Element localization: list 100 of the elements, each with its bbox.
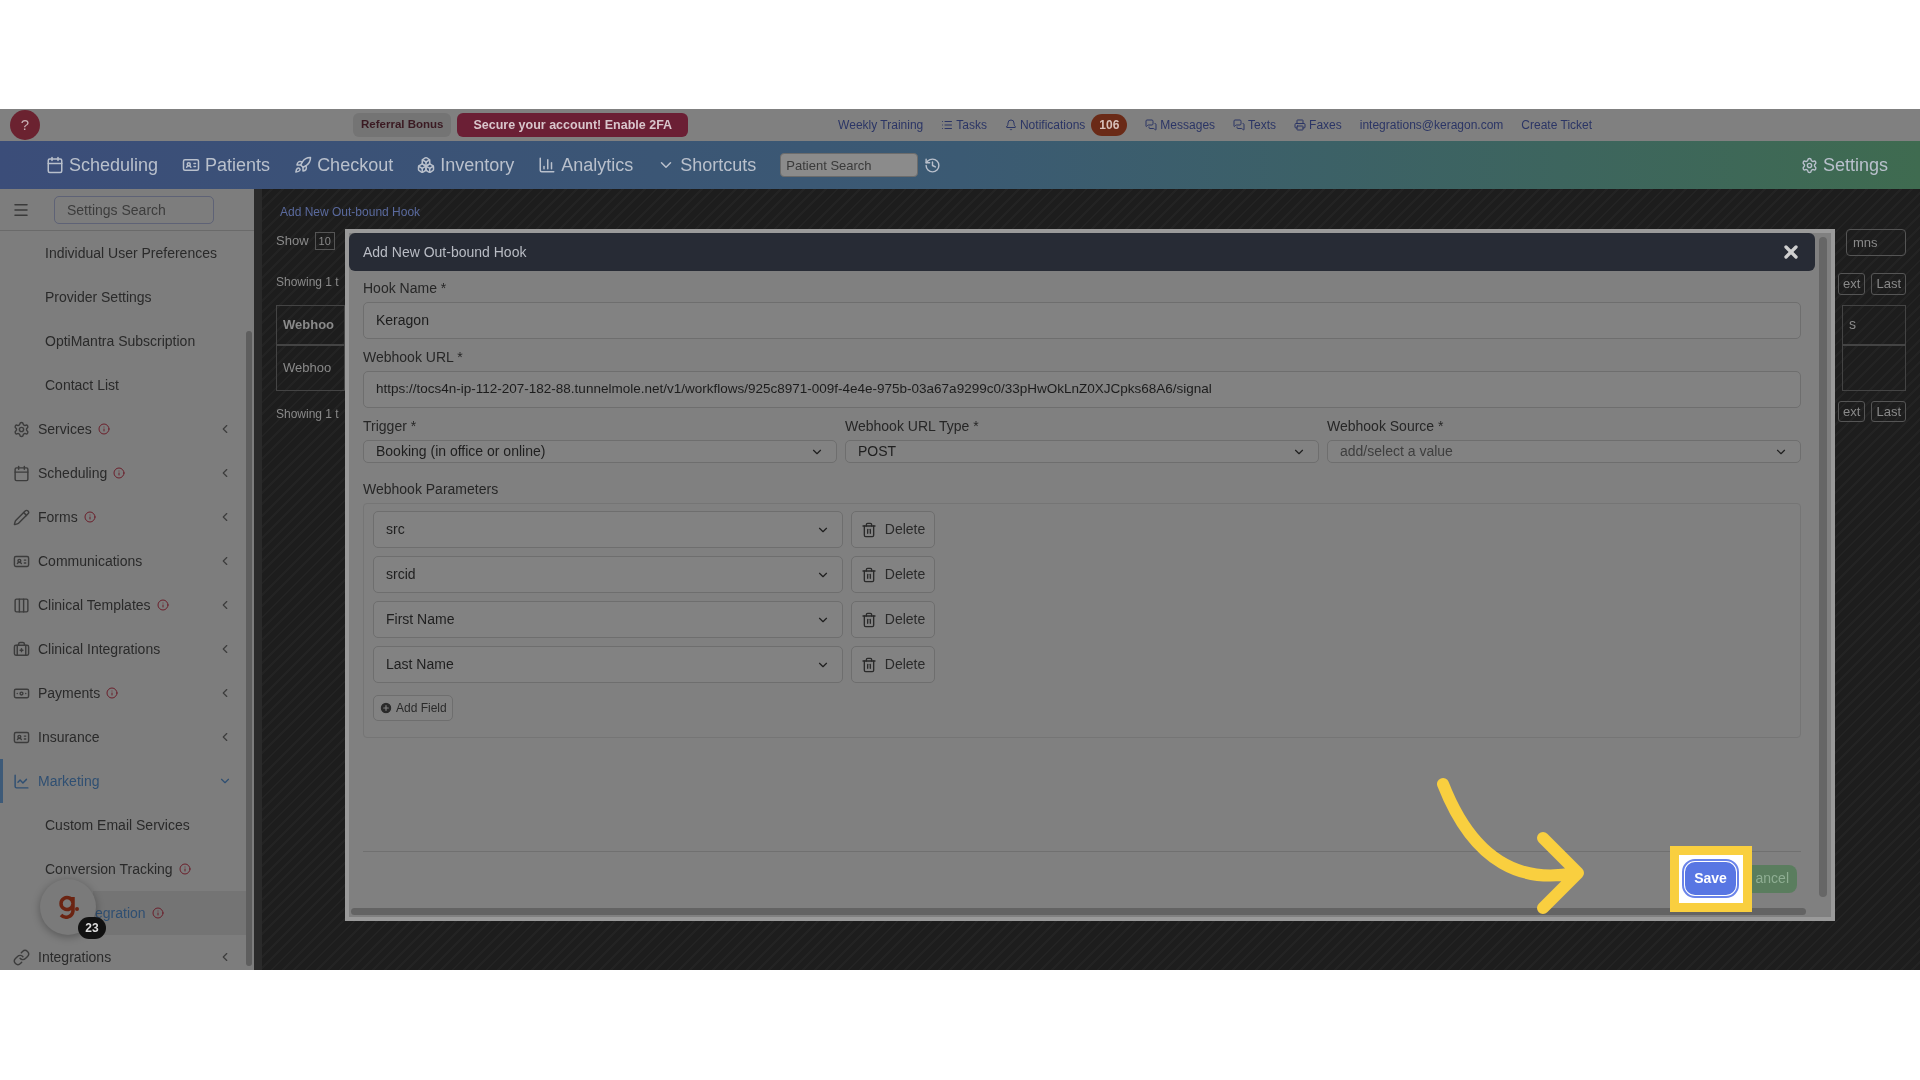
sidebar-section[interactable]: Scheduling (0, 451, 246, 495)
delete-button[interactable]: Delete (851, 601, 935, 638)
top-link[interactable]: Tasks (956, 116, 987, 134)
info-icon (156, 599, 169, 611)
sidebar-subitem-label: OptiMantra Subscription (45, 331, 196, 351)
nav-item[interactable]: Shortcuts (657, 151, 757, 179)
delete-button[interactable]: Delete (851, 556, 935, 593)
rocket-icon (294, 156, 313, 174)
nav-item[interactable]: Checkout (294, 151, 394, 179)
nav-item[interactable]: Patients (182, 151, 271, 179)
sidebar-section-label: Marketing (38, 771, 100, 791)
bonus-badge[interactable]: Referral Bonus (353, 113, 452, 137)
sidebar-subitem[interactable]: Conversion Tracking (0, 847, 246, 891)
sidebar-section-label: Insurance (38, 727, 100, 747)
trash-icon (860, 656, 877, 673)
webhook-url-field[interactable]: https://tocs4n-ip-112-207-182-88.tunnelmole.net/v1/workflows/925c8971-009f-4e4e-975b-03a67a9299c0/33pHwOkLnZ0XJCpks68A6/signal (363, 371, 1801, 408)
top-link[interactable]: Texts (1248, 116, 1277, 134)
save-button[interactable]: Save (1685, 862, 1736, 895)
field-label: Webhook Source * (1327, 417, 1445, 436)
hook-name-field[interactable]: Keragon (363, 302, 1801, 339)
delete-button[interactable]: Delete (851, 511, 935, 548)
sidebar-section-label: Scheduling (38, 463, 108, 483)
table-header: Webhoo (276, 304, 345, 345)
sidebar-subitem[interactable]: Individual User Preferences (0, 231, 246, 275)
sidebar-section[interactable]: Insurance (0, 715, 246, 759)
chat-icon (1145, 119, 1158, 131)
sidebar-section-label: Integrations (38, 947, 112, 967)
field-label: Hook Name * (363, 279, 448, 298)
sidebar-subitem-label: Individual User Preferences (45, 243, 217, 263)
sidebar-subitem-label: Contact List (45, 375, 119, 395)
parameter-select[interactable]: Last Name (373, 646, 843, 683)
columns-icon (13, 596, 30, 614)
sidebar-subitem[interactable]: Provider Settings (0, 275, 246, 319)
sidebar-section-label: Services (38, 419, 92, 439)
add-field-button[interactable]: Add Field (373, 695, 453, 721)
field-label: Webhook URL Type * (845, 417, 980, 436)
pager-button[interactable]: ext (1838, 400, 1866, 422)
settings-icon (1800, 156, 1818, 174)
nav-item[interactable]: Inventory (417, 151, 515, 179)
settings-link[interactable]: Settings (1800, 151, 1888, 179)
patient-search-field[interactable]: Patient Search (780, 153, 919, 177)
sidebar-section-label: Clinical Templates (38, 595, 151, 615)
list-icon (941, 119, 954, 131)
sidebar-section[interactable]: Clinical Integrations (0, 627, 246, 671)
top-link[interactable]: integrations@keragon.com (1359, 116, 1504, 134)
background-link[interactable]: Add New Out-bound Hook (280, 203, 421, 221)
trash-icon (860, 521, 877, 538)
pager-button[interactable]: ext (1838, 273, 1866, 295)
sidebar-section[interactable]: Payments (0, 671, 246, 715)
vertical-scrollbar[interactable] (1819, 237, 1827, 897)
sidebar-subitem[interactable]: OptiMantra Subscription (0, 319, 246, 363)
section-label: Webhook Parameters (363, 480, 500, 499)
top-link[interactable]: Messages (1160, 116, 1216, 134)
horizontal-scrollbar[interactable] (351, 908, 1806, 915)
id-card-icon (182, 156, 201, 174)
trash-icon (860, 611, 877, 628)
table-cell: Webhoo (276, 344, 345, 391)
top-link[interactable]: Notifications (1019, 116, 1086, 134)
pager-button[interactable]: Last (1871, 273, 1906, 295)
calendar-icon (46, 156, 64, 174)
field-label: Webhook URL * (363, 348, 464, 367)
columns-button[interactable]: mns (1846, 229, 1906, 256)
bell-icon (1004, 119, 1017, 131)
trash-icon (860, 566, 877, 583)
count-badge: 106 (1091, 114, 1128, 136)
top-link[interactable]: Create Ticket (1521, 116, 1593, 134)
parameter-select[interactable]: First Name (373, 601, 843, 638)
top-link[interactable]: Faxes (1309, 116, 1342, 134)
info-icon (83, 511, 96, 523)
parameter-select[interactable]: src (373, 511, 843, 548)
top-link[interactable]: Weekly Training (838, 116, 924, 134)
select-field[interactable]: POST (845, 440, 1319, 463)
parameter-select[interactable]: srcid (373, 556, 843, 593)
field-label: Trigger * (363, 417, 418, 436)
select-field[interactable]: add/select a value (1327, 440, 1801, 463)
calendar-icon (13, 464, 30, 482)
sidebar-section[interactable]: Services (0, 407, 246, 451)
nav-item[interactable]: Analytics (538, 151, 634, 179)
sidebar-subitem[interactable]: Custom Email Services (0, 803, 246, 847)
delete-button[interactable]: Delete (851, 646, 935, 683)
sidebar-section[interactable]: Forms (0, 495, 246, 539)
entries-info: Showing 1 t (276, 405, 340, 423)
nav-item[interactable]: Scheduling (46, 151, 159, 179)
sidebar-subitem[interactable]: Contact List (0, 363, 246, 407)
sidebar-section[interactable]: Communications (0, 539, 246, 583)
page-size-select[interactable]: 10 (314, 231, 335, 250)
pencil-icon (13, 508, 30, 526)
modal-title: Add New Out-bound Hook (363, 242, 527, 262)
select-field[interactable]: Booking (in office or online) (363, 440, 837, 463)
link-icon (13, 948, 30, 966)
close-icon[interactable] (1781, 242, 1801, 262)
sidebar-section-label: Clinical Integrations (38, 639, 161, 659)
alert-badge[interactable]: Secure your account! Enable 2FA (457, 112, 689, 138)
help-button[interactable]: ? (10, 110, 40, 140)
pager-button[interactable]: Last (1871, 400, 1906, 422)
sidebar-scrollbar[interactable] (246, 331, 252, 966)
history-icon[interactable] (924, 156, 942, 174)
settings-search-field[interactable]: Settings Search (54, 195, 214, 224)
plus-circle-icon (379, 701, 393, 715)
sidebar-section[interactable]: Clinical Templates (0, 583, 246, 627)
